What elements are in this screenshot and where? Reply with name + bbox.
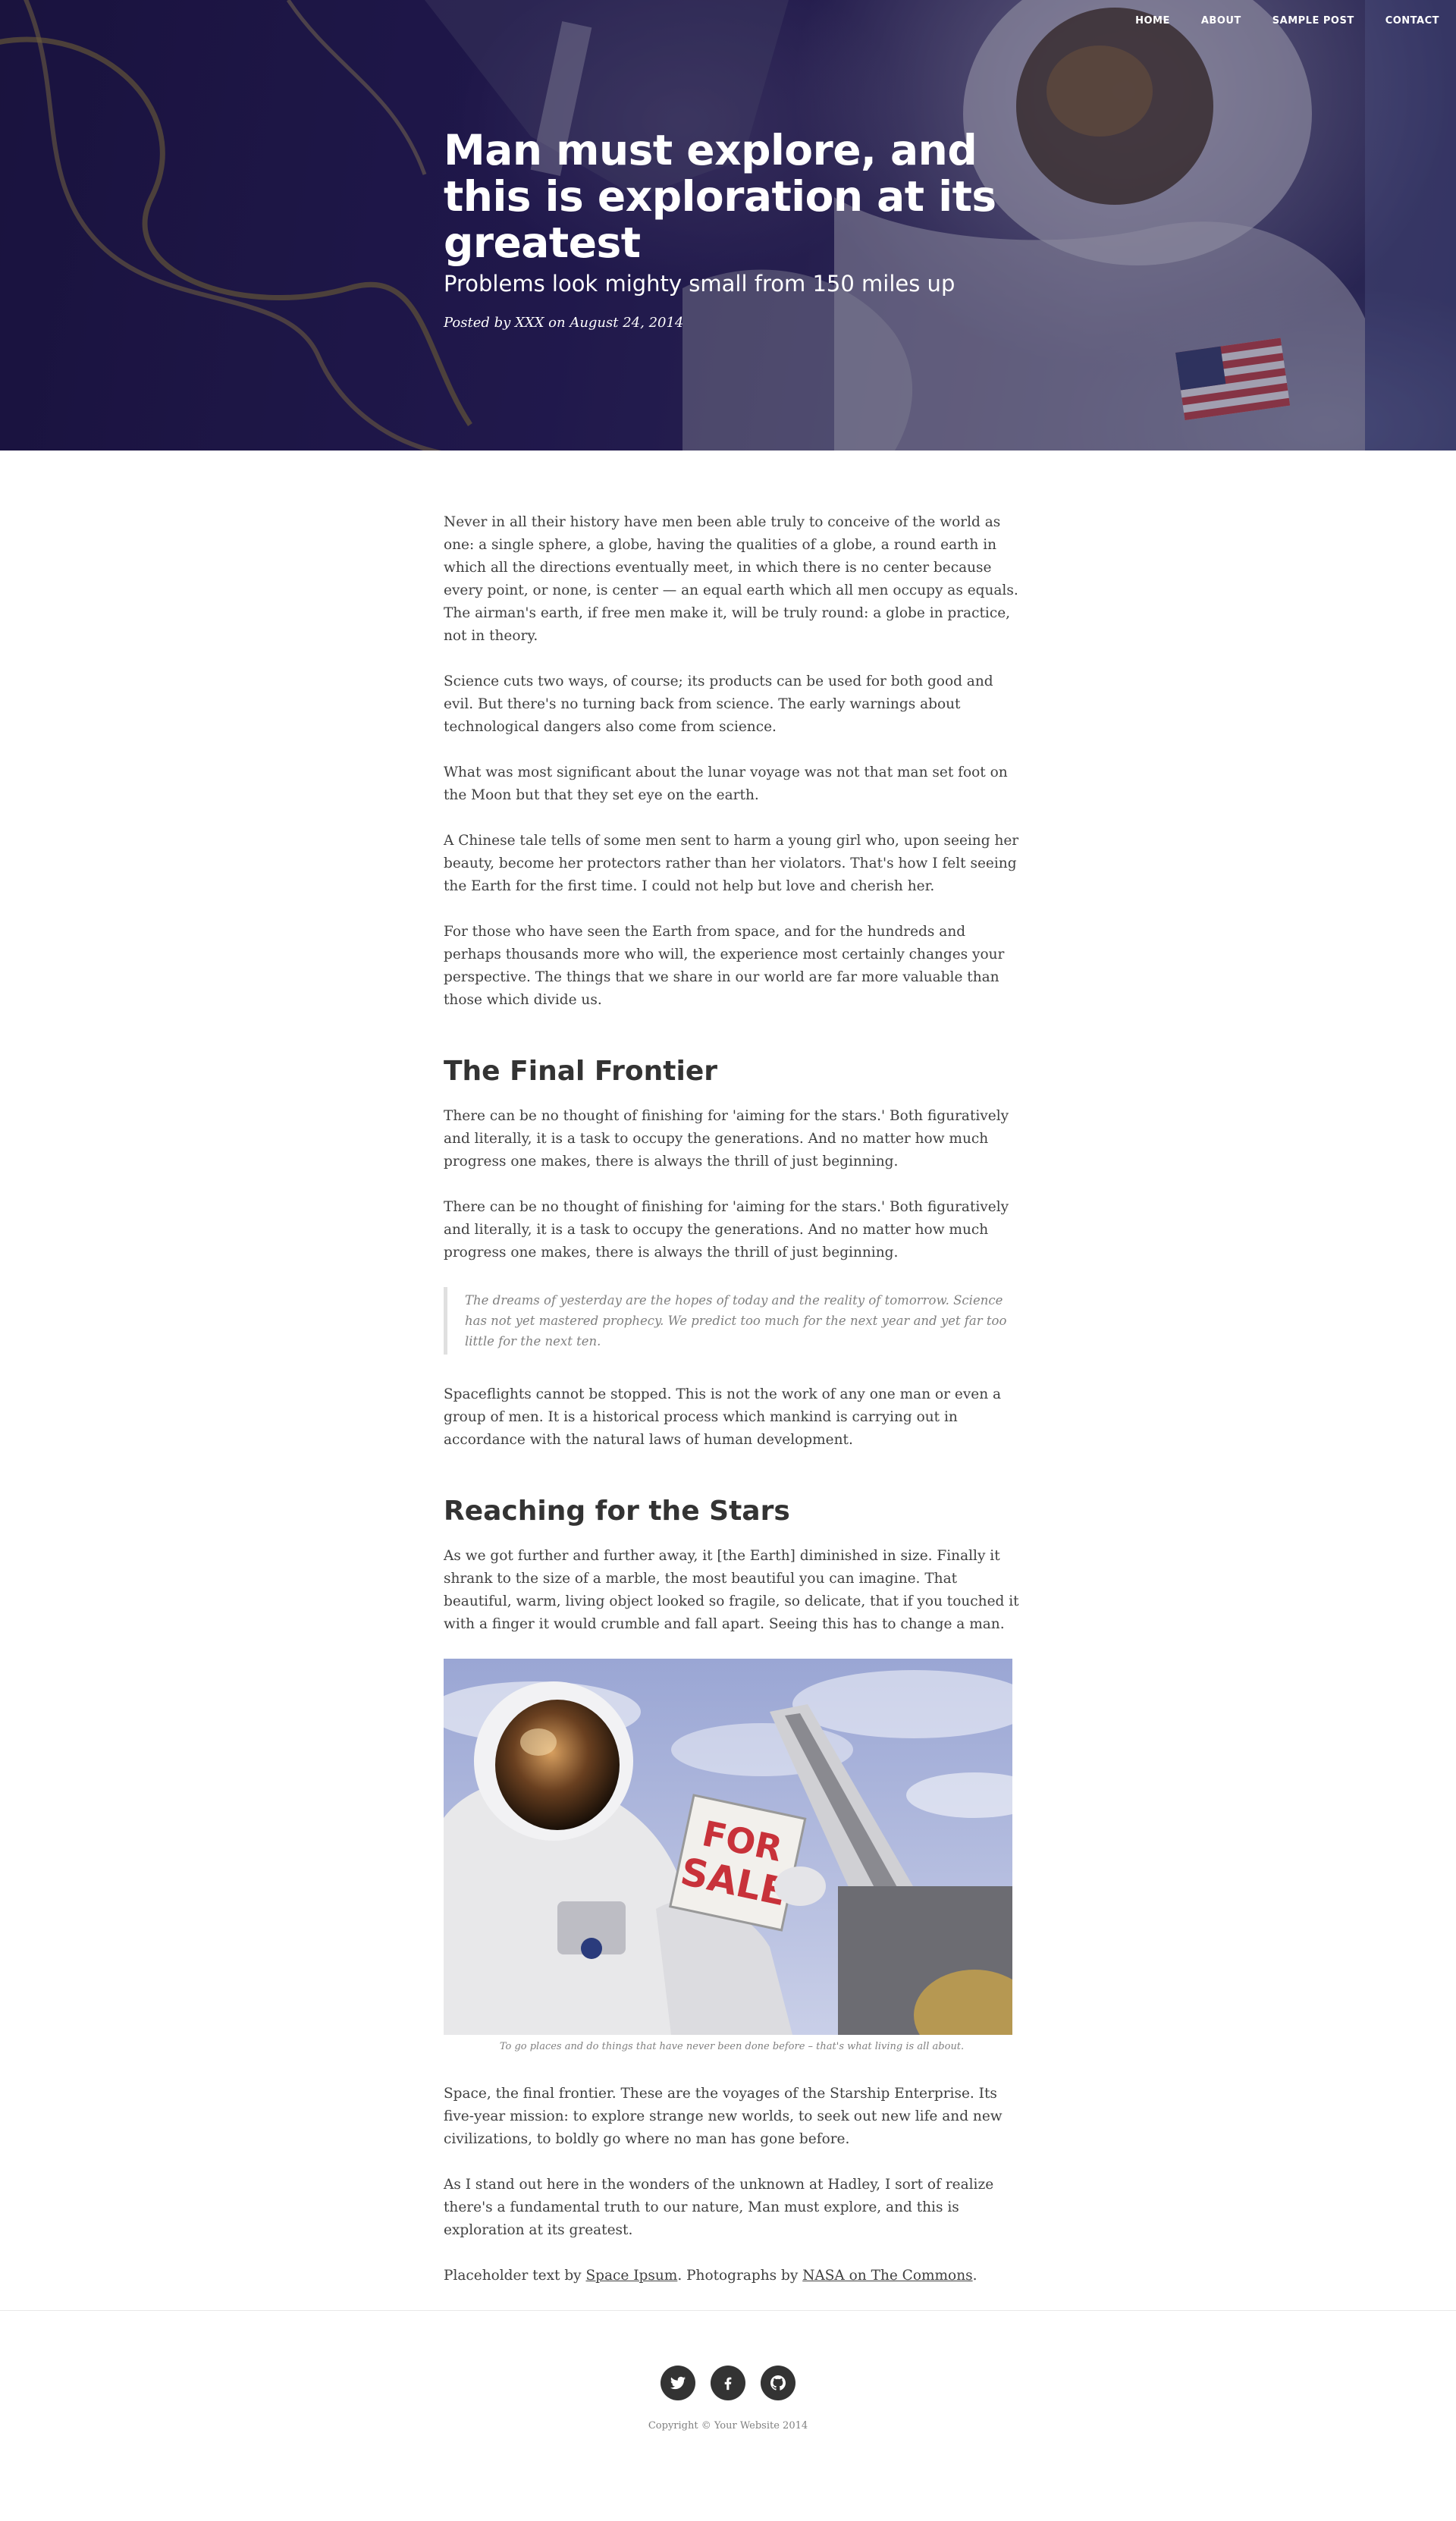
astronaut-for-sale-photo: FOR SALE — [444, 1659, 1012, 2035]
paragraph: Space, the final frontier. These are the… — [444, 2086, 1003, 2147]
nasa-commons-link[interactable]: NASA on The Commons — [802, 2268, 972, 2284]
header-hero: HOME ABOUT SAMPLE POST CONTACT Man must … — [0, 0, 1456, 451]
github-icon — [770, 2375, 786, 2391]
paragraph: What was most significant about the luna… — [444, 764, 1008, 803]
figure-caption: To go places and do things that have nev… — [499, 2041, 965, 2052]
nav-about[interactable]: ABOUT — [1201, 15, 1241, 27]
credits-paragraph: Placeholder text by Space Ipsum. Photogr… — [444, 2265, 1020, 2287]
section-heading-reaching-for-the-stars: Reaching for the Stars — [444, 1496, 790, 1527]
paragraph: As I stand out here in the wonders of th… — [444, 2177, 994, 2238]
figure: FOR SALE To go places and do things that… — [444, 1659, 1020, 2052]
section-heading-final-frontier: The Final Frontier — [444, 1056, 717, 1087]
nav-contact[interactable]: CONTACT — [1385, 15, 1439, 27]
github-link[interactable] — [761, 2366, 795, 2400]
space-ipsum-link[interactable]: Space Ipsum — [586, 2268, 678, 2284]
facebook-link[interactable] — [711, 2366, 745, 2400]
facebook-icon — [724, 2377, 732, 2391]
footer: Copyright © Your Website 2014 — [0, 2310, 1456, 2469]
post-heading: Man must explore, and this is exploratio… — [444, 127, 1020, 331]
post-title: Man must explore, and this is exploratio… — [444, 126, 996, 267]
paragraph: Science cuts two ways, of course; its pr… — [444, 673, 993, 735]
credits-prefix: Placeholder text by — [444, 2268, 586, 2284]
post-subtitle: Problems look mighty small from 150 mile… — [444, 271, 956, 297]
paragraph: As we got further and further away, it [… — [444, 1548, 1019, 1632]
nav-sample-post[interactable]: SAMPLE POST — [1272, 15, 1354, 27]
paragraph: There can be no thought of finishing for… — [444, 1108, 1009, 1169]
article-body: Never in all their history have men been… — [444, 451, 1020, 2287]
twitter-icon — [670, 2376, 686, 2390]
twitter-link[interactable] — [661, 2366, 695, 2400]
credits-middle: . Photographs by — [677, 2268, 803, 2284]
blockquote: The dreams of yesterday are the hopes of… — [444, 1287, 1020, 1355]
paragraph: A Chinese tale tells of some men sent to… — [444, 833, 1019, 894]
paragraph: Spaceflights cannot be stopped. This is … — [444, 1386, 1002, 1448]
nav-home[interactable]: HOME — [1135, 15, 1170, 27]
post-meta: Posted by XXX on August 24, 2014 — [444, 315, 684, 331]
paragraph: Never in all their history have men been… — [444, 514, 1018, 644]
credits-suffix: . — [972, 2268, 977, 2284]
paragraph: For those who have seen the Earth from s… — [444, 924, 1005, 1008]
top-nav: HOME ABOUT SAMPLE POST CONTACT — [1135, 15, 1439, 27]
paragraph: There can be no thought of finishing for… — [444, 1199, 1009, 1260]
copyright: Copyright © Your Website 2014 — [648, 2420, 808, 2432]
social-links — [0, 2366, 1456, 2400]
